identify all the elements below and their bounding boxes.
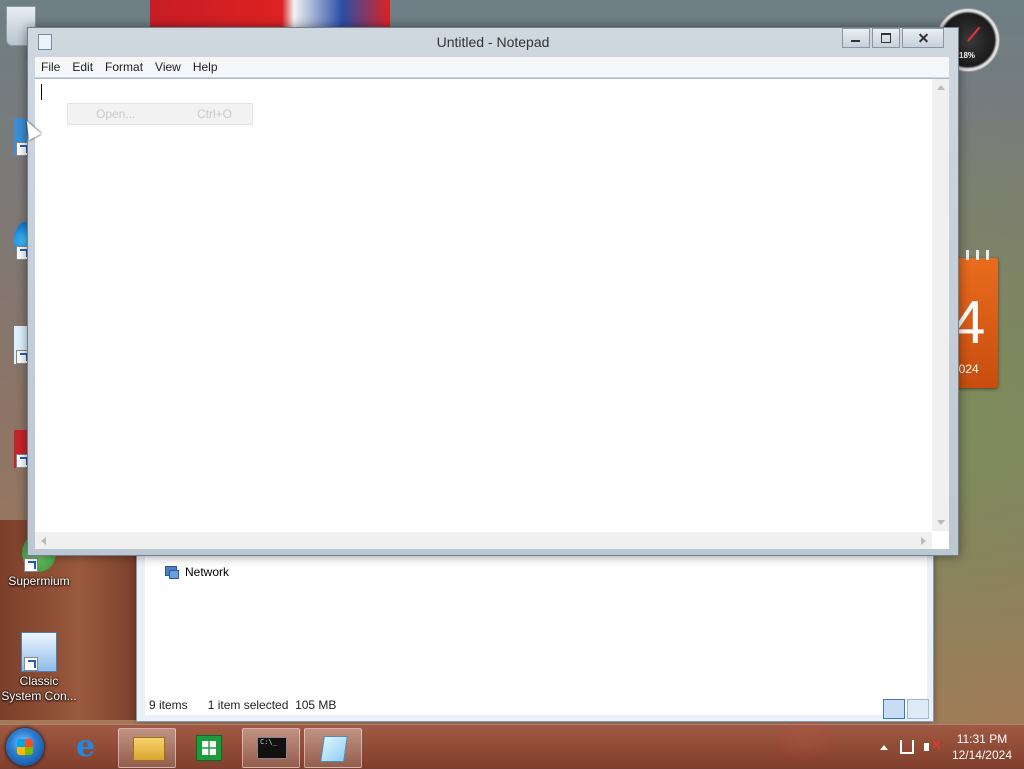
control-panel-icon bbox=[21, 632, 57, 672]
taskbar-file-explorer[interactable] bbox=[118, 728, 176, 768]
scroll-up-icon[interactable] bbox=[937, 85, 945, 90]
menu-help[interactable]: Help bbox=[187, 60, 224, 74]
menu-file[interactable]: File bbox=[35, 60, 66, 74]
taskbar-command-prompt[interactable]: C:\_ bbox=[242, 728, 300, 768]
internet-explorer-icon: e bbox=[76, 729, 96, 764]
scroll-right-icon[interactable] bbox=[921, 537, 926, 545]
fading-menu-item-open: Open... Ctrl+O bbox=[67, 103, 253, 125]
explorer-content-pane[interactable]: Network bbox=[145, 547, 927, 715]
nav-item-network[interactable]: Network bbox=[165, 565, 229, 579]
store-icon bbox=[196, 735, 222, 761]
network-label: Network bbox=[185, 565, 230, 579]
clock-date: 12/14/2024 bbox=[951, 748, 1012, 762]
view-toggle bbox=[883, 699, 929, 719]
close-button[interactable] bbox=[902, 28, 944, 48]
gauge-needle bbox=[967, 26, 981, 42]
file-explorer-window[interactable]: Network 9 items 1 item selected 105 MB bbox=[136, 540, 934, 722]
scroll-down-icon[interactable] bbox=[937, 520, 945, 525]
window-controls bbox=[840, 28, 944, 48]
start-button[interactable] bbox=[6, 728, 44, 766]
vertical-scrollbar[interactable] bbox=[932, 79, 949, 531]
minimize-button[interactable] bbox=[842, 28, 870, 48]
clock[interactable]: 11:31 PM 12/14/2024 bbox=[952, 731, 1024, 763]
text-editor-area[interactable]: Open... Ctrl+O bbox=[35, 78, 949, 549]
details-view-button[interactable] bbox=[883, 699, 905, 719]
status-selection: 1 item selected 105 MB bbox=[207, 698, 337, 712]
cpu-percent: 18% bbox=[959, 51, 976, 60]
show-hidden-icons-icon[interactable] bbox=[879, 744, 888, 750]
desktop-icon-classic-system-control[interactable]: Classic System Con... bbox=[0, 632, 78, 704]
system-tray: 11:31 PM 12/14/2024 bbox=[879, 725, 1024, 769]
text-caret bbox=[41, 84, 42, 100]
notepad-window[interactable]: Untitled - Notepad File Edit Format View… bbox=[27, 27, 959, 556]
volume-muted-icon[interactable] bbox=[923, 738, 942, 754]
shortcut-arrow-icon bbox=[24, 657, 38, 671]
window-title: Untitled - Notepad bbox=[436, 34, 550, 50]
status-item-count: 9 items bbox=[149, 698, 188, 712]
calendar-rings bbox=[956, 250, 994, 260]
large-icons-view-button[interactable] bbox=[907, 699, 929, 719]
menu-edit[interactable]: Edit bbox=[66, 60, 99, 74]
network-tray-icon[interactable] bbox=[899, 740, 914, 754]
notepad-icon bbox=[320, 736, 348, 762]
taskbar-notepad[interactable] bbox=[304, 728, 362, 768]
menu-format[interactable]: Format bbox=[99, 60, 149, 74]
menu-bar: File Edit Format View Help bbox=[35, 57, 949, 77]
ghost-menu-shortcut: Ctrl+O bbox=[196, 107, 232, 121]
scroll-left-icon[interactable] bbox=[41, 537, 46, 545]
horizontal-scrollbar[interactable] bbox=[35, 532, 932, 549]
taskbar: e C:\_ 11:31 PM 12/14/2024 bbox=[0, 724, 1024, 769]
maximize-button[interactable] bbox=[872, 28, 900, 48]
taskbar-store[interactable] bbox=[180, 728, 236, 766]
menu-view[interactable]: View bbox=[149, 60, 187, 74]
network-icon bbox=[165, 566, 179, 579]
title-bar[interactable]: Untitled - Notepad bbox=[28, 28, 958, 56]
clock-time: 11:31 PM bbox=[956, 732, 1008, 746]
command-prompt-icon: C:\_ bbox=[257, 737, 287, 759]
folder-icon bbox=[133, 737, 165, 761]
taskbar-internet-explorer[interactable]: e bbox=[62, 728, 118, 766]
explorer-status-bar: 9 items 1 item selected 105 MB bbox=[149, 695, 925, 715]
shortcut-arrow-icon bbox=[24, 558, 38, 572]
ghost-menu-label: Open... bbox=[96, 107, 136, 121]
